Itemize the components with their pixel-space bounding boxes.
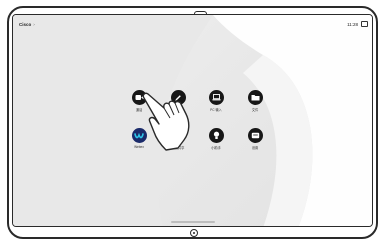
lightbulb-icon <box>208 128 224 143</box>
screen-icon[interactable] <box>361 21 368 27</box>
app-pc-input[interactable]: PC 输入 <box>205 90 227 112</box>
app-label: 小助手 <box>211 146 221 150</box>
app-files[interactable]: 文件 <box>244 90 266 112</box>
home-button-icon[interactable] <box>190 229 198 237</box>
pointing-hand-icon <box>142 92 190 151</box>
message-icon <box>247 128 263 143</box>
app-assistant[interactable]: 小助手 <box>205 128 227 150</box>
clock: 11:28 <box>347 22 358 27</box>
home-indicator[interactable] <box>171 221 215 223</box>
brand-label: Cisco › <box>19 22 35 27</box>
app-settings[interactable]: 设置 <box>244 128 266 150</box>
app-label: PC 输入 <box>210 108 222 112</box>
laptop-icon <box>208 90 224 105</box>
app-label: 设置 <box>251 146 259 150</box>
folder-icon <box>247 90 263 105</box>
app-label: 文件 <box>251 108 259 112</box>
